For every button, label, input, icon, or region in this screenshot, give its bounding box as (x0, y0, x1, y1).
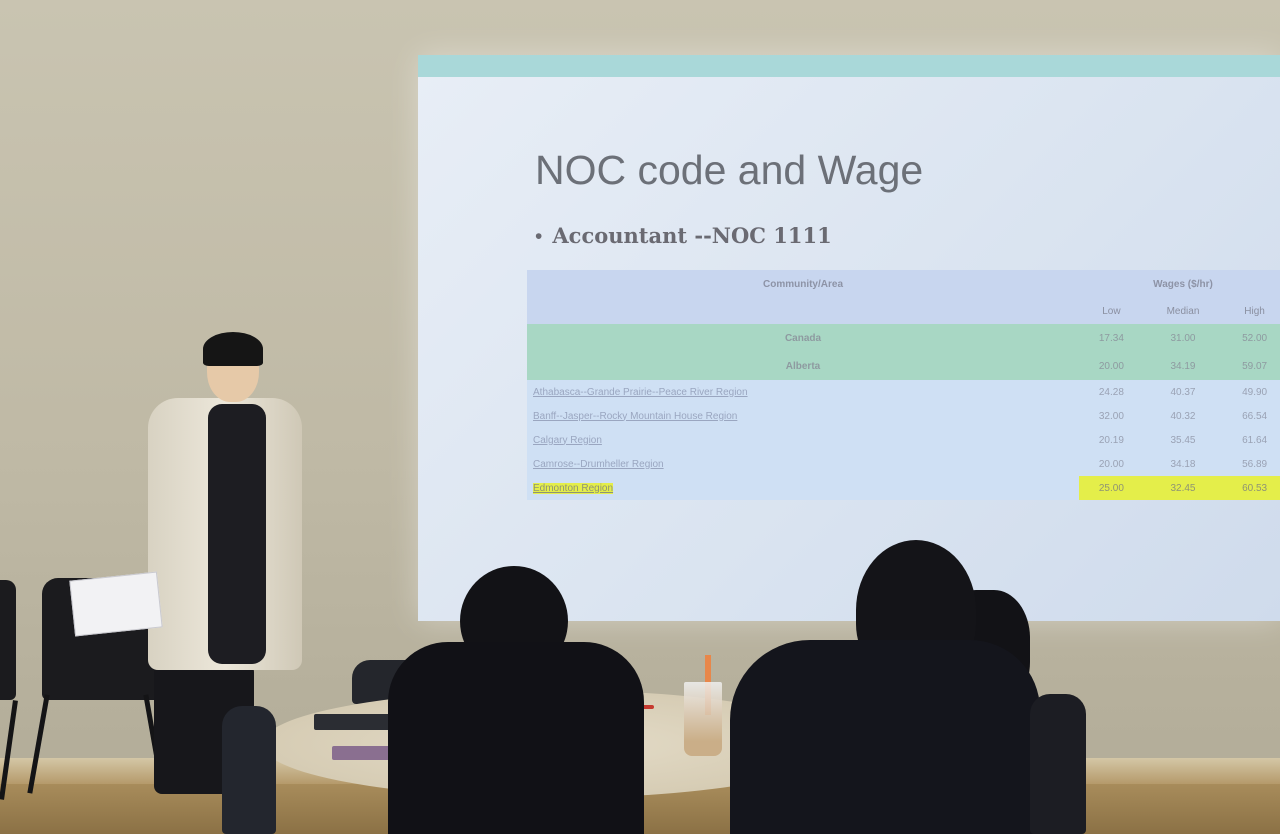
bullet-dot: • (535, 225, 543, 248)
slide-bullet: • Accountant --NOC 1111 (535, 223, 832, 249)
row-name[interactable]: Calgary Region (527, 428, 1079, 452)
row-low-wage: 17.34 (1079, 324, 1144, 352)
empty-subheader (527, 298, 1079, 324)
table-row: Edmonton Region 25.00 32.45 60.53 (527, 476, 1280, 500)
presenter-hair (203, 332, 263, 366)
row-high-wage: 60.53 (1222, 476, 1280, 500)
row-high-wage: 59.07 (1222, 352, 1280, 380)
wage-table: Community/Area Wages ($/hr) Low Median H… (527, 270, 1280, 500)
row-low-wage: 32.00 (1079, 404, 1144, 428)
row-name: Alberta (527, 352, 1079, 380)
student-body (388, 642, 644, 834)
row-high-wage: 66.54 (1222, 404, 1280, 428)
chair-back-left-edge (0, 580, 16, 700)
row-low-wage: 25.00 (1079, 476, 1144, 500)
row-high-wage: 56.89 (1222, 452, 1280, 476)
slide-top-bar (418, 55, 1280, 77)
row-name: Canada (527, 324, 1079, 352)
meeting-room-scene: NOC code and Wage • Accountant --NOC 1111… (0, 0, 1280, 834)
row-name[interactable]: Banff--Jasper--Rocky Mountain House Regi… (527, 404, 1079, 428)
row-median-wage: 40.37 (1143, 380, 1223, 404)
row-name[interactable]: Athabasca--Grande Prairie--Peace River R… (527, 380, 1079, 404)
table-row: Banff--Jasper--Rocky Mountain House Regi… (527, 404, 1280, 428)
table-header-row: Community/Area Wages ($/hr) (527, 270, 1280, 298)
projected-slide: NOC code and Wage • Accountant --NOC 1111… (418, 55, 1280, 621)
student-body (730, 640, 1040, 834)
row-high-wage: 52.00 (1222, 324, 1280, 352)
chair-foreground (1030, 694, 1086, 834)
table-subheader-row: Low Median High (527, 298, 1280, 324)
community-header: Community/Area (527, 270, 1079, 298)
subheader-low: Low (1079, 298, 1144, 324)
row-median-wage: 40.32 (1143, 404, 1223, 428)
table-row: Canada 17.34 31.00 52.00 (527, 324, 1280, 352)
row-median-wage: 31.00 (1143, 324, 1223, 352)
row-name[interactable]: Camrose--Drumheller Region (527, 452, 1079, 476)
row-name-text: Edmonton Region (533, 482, 614, 494)
bubble-tea-cup (684, 682, 722, 756)
table-row: Camrose--Drumheller Region 20.00 34.18 56.8… (527, 452, 1280, 476)
row-low-wage: 20.19 (1079, 428, 1144, 452)
row-median-wage: 35.45 (1143, 428, 1223, 452)
notebook (314, 714, 396, 730)
chair-foreground (222, 706, 276, 834)
row-low-wage: 20.00 (1079, 452, 1144, 476)
wages-header: Wages ($/hr) (1079, 270, 1280, 298)
subheader-high: High (1222, 298, 1280, 324)
slide-bullet-text: Accountant --NOC 1111 (552, 223, 832, 248)
row-median-wage: 34.19 (1143, 352, 1223, 380)
row-name[interactable]: Edmonton Region (527, 476, 1079, 500)
subheader-median: Median (1143, 298, 1223, 324)
table-row: Alberta 20.00 34.19 59.07 (527, 352, 1280, 380)
row-median-wage: 32.45 (1143, 476, 1223, 500)
row-high-wage: 61.64 (1222, 428, 1280, 452)
handout-paper (69, 571, 163, 637)
wage-rows: Canada 17.34 31.00 52.00 Alberta 20.00 34.19 59… (527, 324, 1280, 500)
row-low-wage: 24.28 (1079, 380, 1144, 404)
row-median-wage: 34.18 (1143, 452, 1223, 476)
row-high-wage: 49.90 (1222, 380, 1280, 404)
table-row: Calgary Region 20.19 35.45 61.64 (527, 428, 1280, 452)
slide-title: NOC code and Wage (535, 147, 924, 193)
row-low-wage: 20.00 (1079, 352, 1144, 380)
table-row: Athabasca--Grande Prairie--Peace River R… (527, 380, 1280, 404)
presenter-shirt (208, 404, 266, 664)
